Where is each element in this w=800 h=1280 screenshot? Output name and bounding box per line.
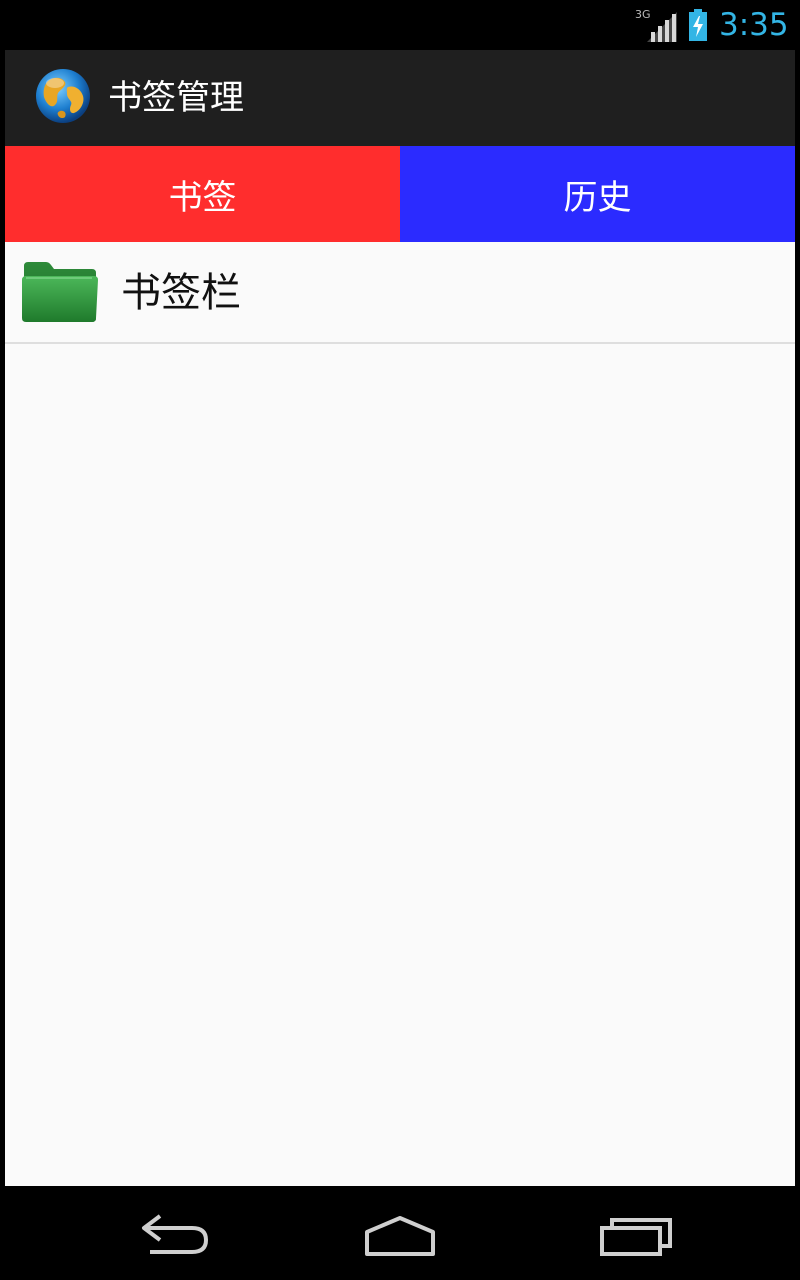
- status-time: 3:35: [719, 7, 789, 43]
- tab-bookmarks[interactable]: 书签: [5, 146, 400, 242]
- home-icon[interactable]: [355, 1208, 445, 1258]
- screen: 3G 3:35 书签管理 书签 历史 书签栏: [5, 0, 795, 1280]
- navigation-bar: [5, 1186, 795, 1280]
- bookmark-list: 书签栏: [5, 242, 795, 344]
- signal-icon: [647, 12, 677, 42]
- status-bar: 3G 3:35: [5, 0, 795, 50]
- back-icon[interactable]: [130, 1208, 220, 1258]
- folder-icon: [22, 262, 98, 322]
- globe-icon[interactable]: [34, 67, 92, 125]
- action-bar: 书签管理: [5, 50, 795, 146]
- list-item[interactable]: 书签栏: [5, 242, 795, 344]
- list-item-label: 书签栏: [121, 270, 241, 316]
- recent-apps-icon[interactable]: [590, 1208, 680, 1258]
- app-title: 书签管理: [108, 78, 244, 118]
- battery-charging-icon: [689, 9, 707, 41]
- tab-history[interactable]: 历史: [400, 146, 795, 242]
- tab-bar: 书签 历史: [5, 146, 795, 242]
